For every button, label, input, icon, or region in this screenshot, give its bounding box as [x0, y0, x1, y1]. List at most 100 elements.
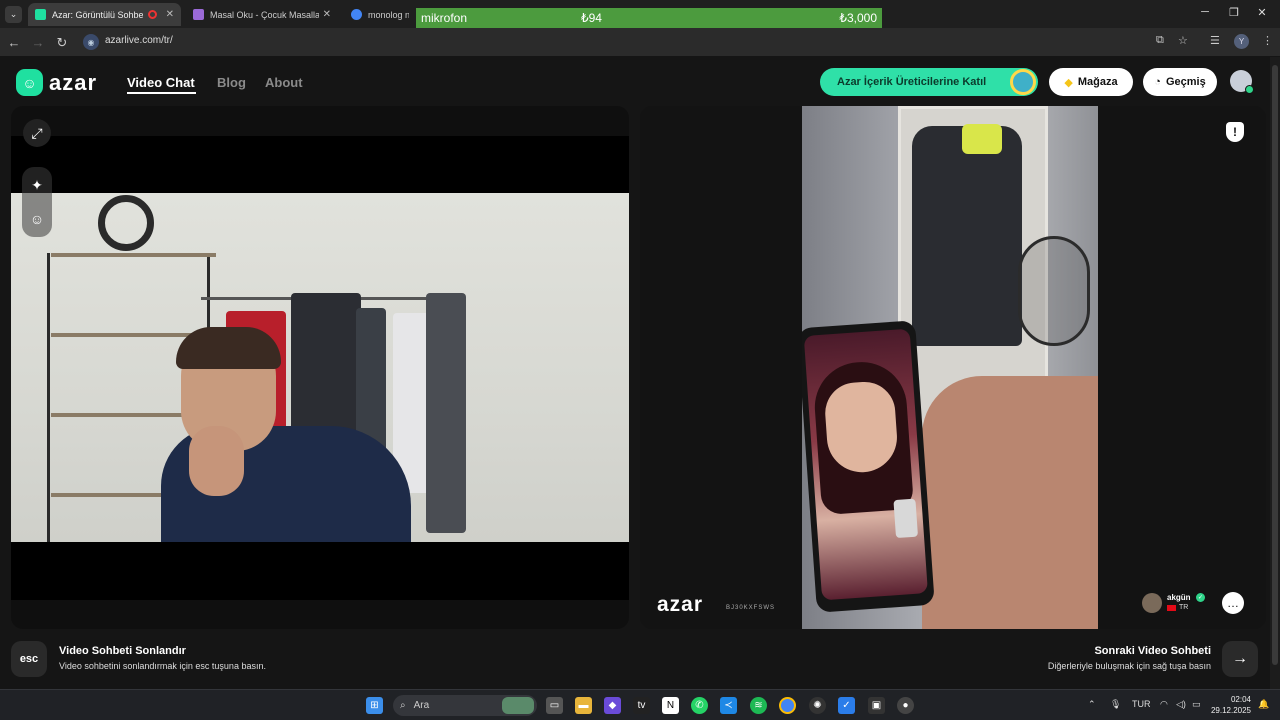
next-chat-title: Sonraki Video Sohbeti	[1094, 645, 1211, 657]
peer-avatar[interactable]	[1142, 593, 1162, 613]
overlay-goal-amount: ₺3,000	[839, 11, 877, 25]
room-id: BJ30KXFSWS	[726, 605, 776, 611]
browser-profile-avatar[interactable]: Y	[1234, 34, 1249, 49]
tab-monolog[interactable]: monolog ne d	[344, 3, 416, 26]
obs-icon[interactable]: ●	[897, 697, 914, 714]
search-icon: ⌕	[400, 700, 406, 711]
azar-page: ☺ azar Video Chat Blog About Azar İçerik…	[0, 57, 1280, 689]
gem-icon: ◆	[1064, 76, 1073, 89]
recording-indicator-icon	[147, 10, 157, 19]
local-video-panel	[11, 106, 629, 629]
nav-blog[interactable]: Blog	[217, 75, 246, 90]
language-indicator[interactable]: TUR	[1132, 699, 1151, 709]
overlay-current-amount: ₺94	[581, 11, 602, 25]
site-info-icon[interactable]: ◉	[83, 34, 99, 50]
maximize-icon[interactable]: ❐	[1224, 6, 1244, 19]
search-placeholder: Ara	[413, 700, 430, 711]
clock-date: 29.12.2025	[1210, 706, 1251, 715]
notion-icon[interactable]: N	[662, 697, 679, 714]
join-creators-label: Azar İçerik Üreticilerine Katıl	[837, 76, 987, 88]
turkey-flag-icon	[1167, 604, 1176, 611]
azar-logo-text: azar	[49, 69, 98, 95]
notification-bell-icon[interactable]: 🔔	[1258, 699, 1269, 710]
clock-time: 02:04	[1230, 695, 1251, 704]
nav-active-underline	[127, 92, 196, 94]
reading-list-icon[interactable]: ☰	[1210, 34, 1220, 47]
tab-azar[interactable]: Azar: Görüntülü Sohbet & V ✕	[28, 3, 181, 26]
peer-country: TR	[1167, 604, 1188, 611]
show-hidden-icons-icon[interactable]: ⌃	[1088, 699, 1096, 710]
file-explorer-icon[interactable]: ▬	[575, 697, 592, 714]
microphone-donation-overlay: mikrofon ₺94 ₺3,000	[416, 8, 882, 28]
close-window-icon[interactable]: ✕	[1252, 6, 1272, 19]
browser-tab-bar: ⌄ Azar: Görüntülü Sohbet & V ✕ Masal Oku…	[0, 0, 1280, 29]
clock-icon: ◔	[1154, 76, 1161, 88]
chat-bubble-icon[interactable]: …	[1222, 592, 1244, 614]
volume-icon[interactable]: ◁)	[1176, 699, 1186, 710]
taskbar-clock[interactable]: 02:04 29.12.2025	[1211, 694, 1251, 716]
store-button[interactable]: ◆ Mağaza	[1049, 68, 1133, 96]
page-scrollbar[interactable]	[1270, 57, 1280, 689]
verified-badge-icon: ✓	[1196, 593, 1205, 602]
end-chat-esc-button[interactable]: esc	[11, 641, 47, 677]
chrome-icon[interactable]	[779, 697, 796, 714]
sparkle-effects-icon[interactable]: ✦	[23, 171, 51, 199]
remote-video-panel: ! azar BJ30KXFSWS akgün ✓ TR …	[640, 106, 1266, 629]
local-user-person	[161, 327, 411, 542]
end-chat-title: Video Sohbeti Sonlandır	[59, 645, 186, 657]
history-button[interactable]: ◔ Geçmiş	[1143, 68, 1217, 96]
tab-title: Masal Oku - Çocuk Masalları - M	[210, 9, 319, 20]
user-avatar[interactable]	[1230, 70, 1254, 94]
windows-start-icon[interactable]: ⊞	[366, 697, 383, 714]
azar-favicon-icon	[35, 9, 46, 20]
next-chat-description: Diğerleriyle buluşmak için sağ tuşa bası…	[1047, 661, 1211, 671]
online-status-dot	[1245, 85, 1254, 94]
back-icon[interactable]: ←	[6, 35, 22, 50]
search-highlight-icon	[502, 697, 534, 714]
tab-close-icon[interactable]: ✕	[166, 9, 174, 20]
spotify-icon[interactable]: ≋	[750, 697, 767, 714]
fullscreen-expand-icon[interactable]: ⤢	[23, 119, 51, 147]
microphone-icon[interactable]: 🎙	[1110, 699, 1121, 710]
minimize-icon[interactable]: ─	[1195, 6, 1215, 18]
tab-search-menu-icon[interactable]: ⌄	[5, 6, 22, 23]
app-icon[interactable]: ◆	[604, 697, 621, 714]
taskbar-search[interactable]: ⌕ Ara	[393, 695, 537, 716]
bookmark-star-icon[interactable]: ☆	[1178, 34, 1188, 47]
apple-tv-icon[interactable]: tv	[633, 697, 650, 714]
reload-icon[interactable]: ↻	[54, 35, 70, 51]
peer-country-code: TR	[1179, 604, 1189, 611]
app-box-icon[interactable]: ▣	[868, 697, 885, 714]
chatgpt-icon[interactable]: ✺	[809, 697, 826, 714]
face-filter-icon[interactable]: ☺	[23, 205, 51, 233]
remote-azar-watermark: azar	[657, 593, 704, 616]
whatsapp-icon[interactable]: ✆	[691, 697, 708, 714]
peer-name[interactable]: akgün	[1167, 593, 1191, 602]
nav-video-chat[interactable]: Video Chat	[127, 75, 195, 90]
browser-address-bar: ← → ↻	[0, 29, 1280, 56]
url-field[interactable]: azarlive.com/tr/	[105, 35, 173, 46]
battery-icon[interactable]: ▭	[1192, 699, 1201, 710]
task-view-icon[interactable]: ▭	[546, 697, 563, 714]
join-creators-button[interactable]: Azar İçerik Üreticilerine Katıl	[820, 68, 1038, 96]
windows-taskbar: ⊞ ⌕ Ara ▭ ▬ ◆ tv N ✆ ≺ ≋ ✺ ✓ ▣ ● ⌃ 🎙 TUR…	[0, 689, 1280, 720]
google-favicon-icon	[351, 9, 362, 20]
phone-in-hand	[802, 320, 935, 613]
todo-icon[interactable]: ✓	[838, 697, 855, 714]
azar-logo[interactable]: ☺ azar	[16, 69, 97, 96]
wifi-icon[interactable]: ◠	[1160, 699, 1168, 710]
nav-about[interactable]: About	[265, 75, 303, 90]
install-app-icon[interactable]: ⧉	[1156, 34, 1164, 47]
tab-close-icon[interactable]: ✕	[323, 9, 331, 20]
tab-title: monolog ne d	[368, 9, 409, 20]
browser-menu-icon[interactable]: ⋮	[1262, 34, 1273, 47]
report-user-icon[interactable]: !	[1226, 122, 1244, 142]
azar-logo-icon: ☺	[16, 69, 43, 96]
store-label: Mağaza	[1077, 76, 1118, 88]
next-chat-arrow-button[interactable]: →	[1222, 641, 1258, 677]
remote-camera-feed	[802, 106, 1098, 629]
vscode-icon[interactable]: ≺	[720, 697, 737, 714]
end-chat-description: Video sohbetini sonlandırmak için esc tu…	[59, 661, 266, 671]
tab-masal-oku[interactable]: Masal Oku - Çocuk Masalları - M ✕	[186, 3, 338, 26]
forward-icon[interactable]: →	[30, 35, 46, 50]
